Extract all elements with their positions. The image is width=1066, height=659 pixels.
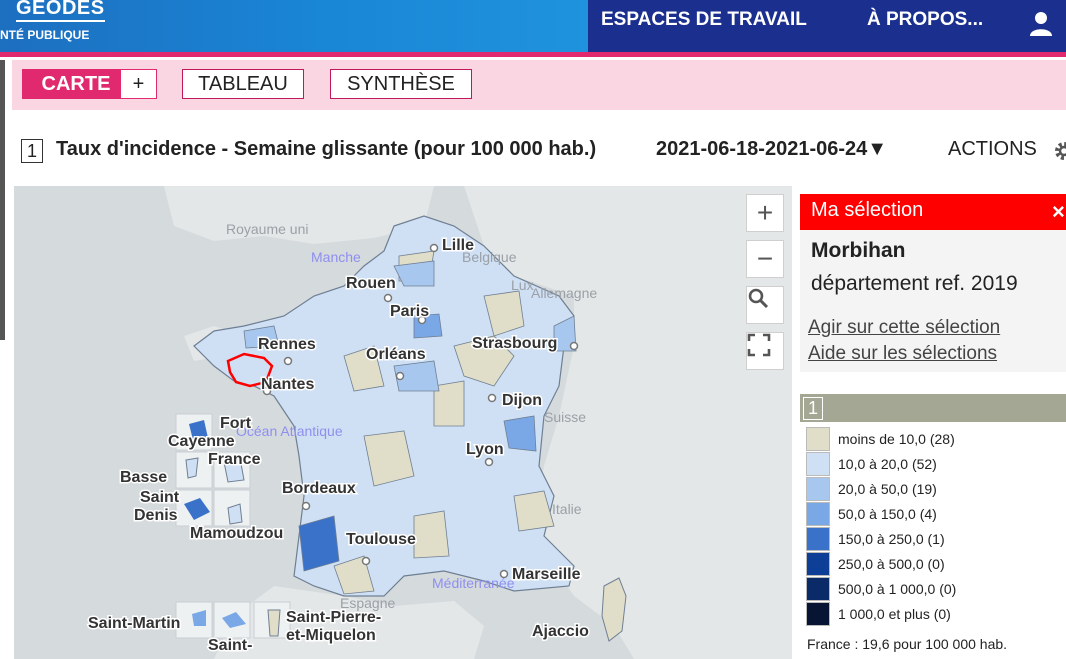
legend-item: 10,0 à 20,0 (52) [806,452,1064,477]
label-italie: Italie [552,501,582,517]
city-basse: Basse [120,469,167,486]
tab-synthese[interactable]: SYNTHÈSE [330,69,472,99]
search-icon [748,288,769,309]
legend-item: 50,0 à 150,0 (4) [806,502,1064,527]
tab-tableau[interactable]: TABLEAU [182,69,304,99]
tab-carte[interactable]: CARTE [22,69,130,99]
legend-item: 150,0 à 250,0 (1) [806,527,1064,552]
city-nantes: Nantes [261,376,314,393]
label-mediterranee: Méditerranée [432,575,515,591]
city-dijon: Dijon [502,392,542,409]
city-cayenne: Cayenne [168,433,235,450]
date-range-select[interactable]: 2021-06-18-2021-06-24▼ [656,138,887,161]
selection-help-link[interactable]: Aide sur les sélections [808,343,997,365]
legend-swatch [806,552,830,576]
city-france: France [208,451,261,468]
legend-swatch [806,452,830,476]
dept-mid-4 [503,415,537,452]
indicator-title[interactable]: Taux d'incidence - Semaine glissante (po… [56,138,596,161]
act-on-selection-link[interactable]: Agir sur cette sélection [808,317,1000,339]
city-saint-martin: Saint-Martin [88,615,180,632]
legend-label: 20,0 à 50,0 (19) [838,481,937,497]
map-legend: 1 moins de 10,0 (28) 10,0 à 20,0 (52) 20… [800,394,1066,659]
label-allemagne: Allemagne [531,285,597,301]
legend-footer: France : 19,6 pour 100 000 hab. [807,636,1008,652]
legend-swatch [806,502,830,526]
selection-title: Ma sélection [811,199,924,221]
legend-label: moins de 10,0 (28) [838,431,955,447]
legend-swatch [806,527,830,551]
legend-swatch [806,577,830,601]
legend-item: 250,0 à 500,0 (0) [806,552,1064,577]
search-map-button[interactable] [746,286,784,324]
city-bordeaux: Bordeaux [282,480,356,497]
indicator-number: 1 [21,139,43,163]
selected-area-type: département ref. 2019 [811,272,1018,295]
logo-area[interactable]: GÉODES NTÉ PUBLIQUE [0,0,588,52]
legend-item: 500,0 à 1 000,0 (0) [806,577,1064,602]
logo-subtitle: NTÉ PUBLIQUE [0,28,90,42]
city-mamoudzou: Mamoudzou [190,525,283,542]
left-edge-bar [0,60,5,340]
city-rennes: Rennes [258,336,316,353]
close-icon[interactable]: × [1052,199,1065,225]
city-saint-barth-1: Saint- [208,637,252,654]
user-icon[interactable] [1026,8,1056,38]
legend-label: 150,0 à 250,0 (1) [838,531,945,547]
legend-item: moins de 10,0 (28) [806,427,1064,452]
legend-number: 1 [803,397,823,420]
legend-label: 50,0 à 150,0 (4) [838,506,937,522]
legend-swatch [806,427,830,451]
city-spm-2: et-Miquelon [286,627,376,644]
dept-dark-1 [298,515,340,572]
actions-menu[interactable]: ACTIONS [948,138,1037,161]
label-royaume-uni: Royaume uni [226,221,309,237]
label-suisse: Suisse [544,409,586,425]
city-denis: Denis [134,507,178,524]
top-header: GÉODES NTÉ PUBLIQUE ESPACES DE TRAVAIL À… [0,0,1066,52]
city-paris: Paris [390,303,429,320]
nav-a-propos[interactable]: À PROPOS... [867,9,983,31]
logo-title[interactable]: GÉODES [16,0,105,22]
nav-espaces-de-travail[interactable]: ESPACES DE TRAVAIL [601,9,807,31]
legend-header: 1 [800,394,1066,422]
header-accent-line [0,52,1066,57]
fullscreen-button[interactable] [746,332,784,370]
label-manche: Manche [311,249,361,265]
gear-icon[interactable] [1053,140,1066,162]
city-spm-1: Saint-Pierre- [286,609,381,626]
city-marseille: Marseille [512,566,581,583]
legend-swatch [806,602,830,626]
city-strasbourg: Strasbourg [472,335,557,352]
city-lyon: Lyon [466,441,504,458]
selection-panel: Ma sélection × Morbihan département ref.… [800,194,1066,372]
selection-header: Ma sélection × [800,194,1066,230]
legend-label: 250,0 à 500,0 (0) [838,556,945,572]
view-tabs-bar: CARTE + TABLEAU SYNTHÈSE [12,60,1066,110]
city-toulouse: Toulouse [346,531,416,548]
add-map-button[interactable]: + [120,69,157,99]
indicator-row: 1 Taux d'incidence - Semaine glissante (… [20,137,1066,165]
zoom-in-button[interactable]: + [746,194,784,232]
legend-swatch [806,477,830,501]
legend-item: 1 000,0 et plus (0) [806,602,1064,627]
label-ocean: Océan Atlantique [236,423,343,439]
city-lille: Lille [442,237,474,254]
legend-label: 1 000,0 et plus (0) [838,606,951,622]
dept-beige-8 [413,510,450,559]
city-rouen: Rouen [346,275,396,292]
city-ajaccio: Ajaccio [532,623,589,640]
selected-area-name: Morbihan [811,239,906,262]
legend-label: 10,0 à 20,0 (52) [838,456,937,472]
fullscreen-icon [747,333,771,357]
city-saint: Saint [140,489,180,506]
city-fort: Fort [220,415,252,432]
zoom-out-button[interactable]: − [746,240,784,278]
choropleth-map[interactable]: Royaume uni Manche Belgique Lux Allemagn… [14,186,792,659]
city-orleans: Orléans [366,346,426,363]
legend-label: 500,0 à 1 000,0 (0) [838,581,957,597]
legend-item: 20,0 à 50,0 (19) [806,477,1064,502]
